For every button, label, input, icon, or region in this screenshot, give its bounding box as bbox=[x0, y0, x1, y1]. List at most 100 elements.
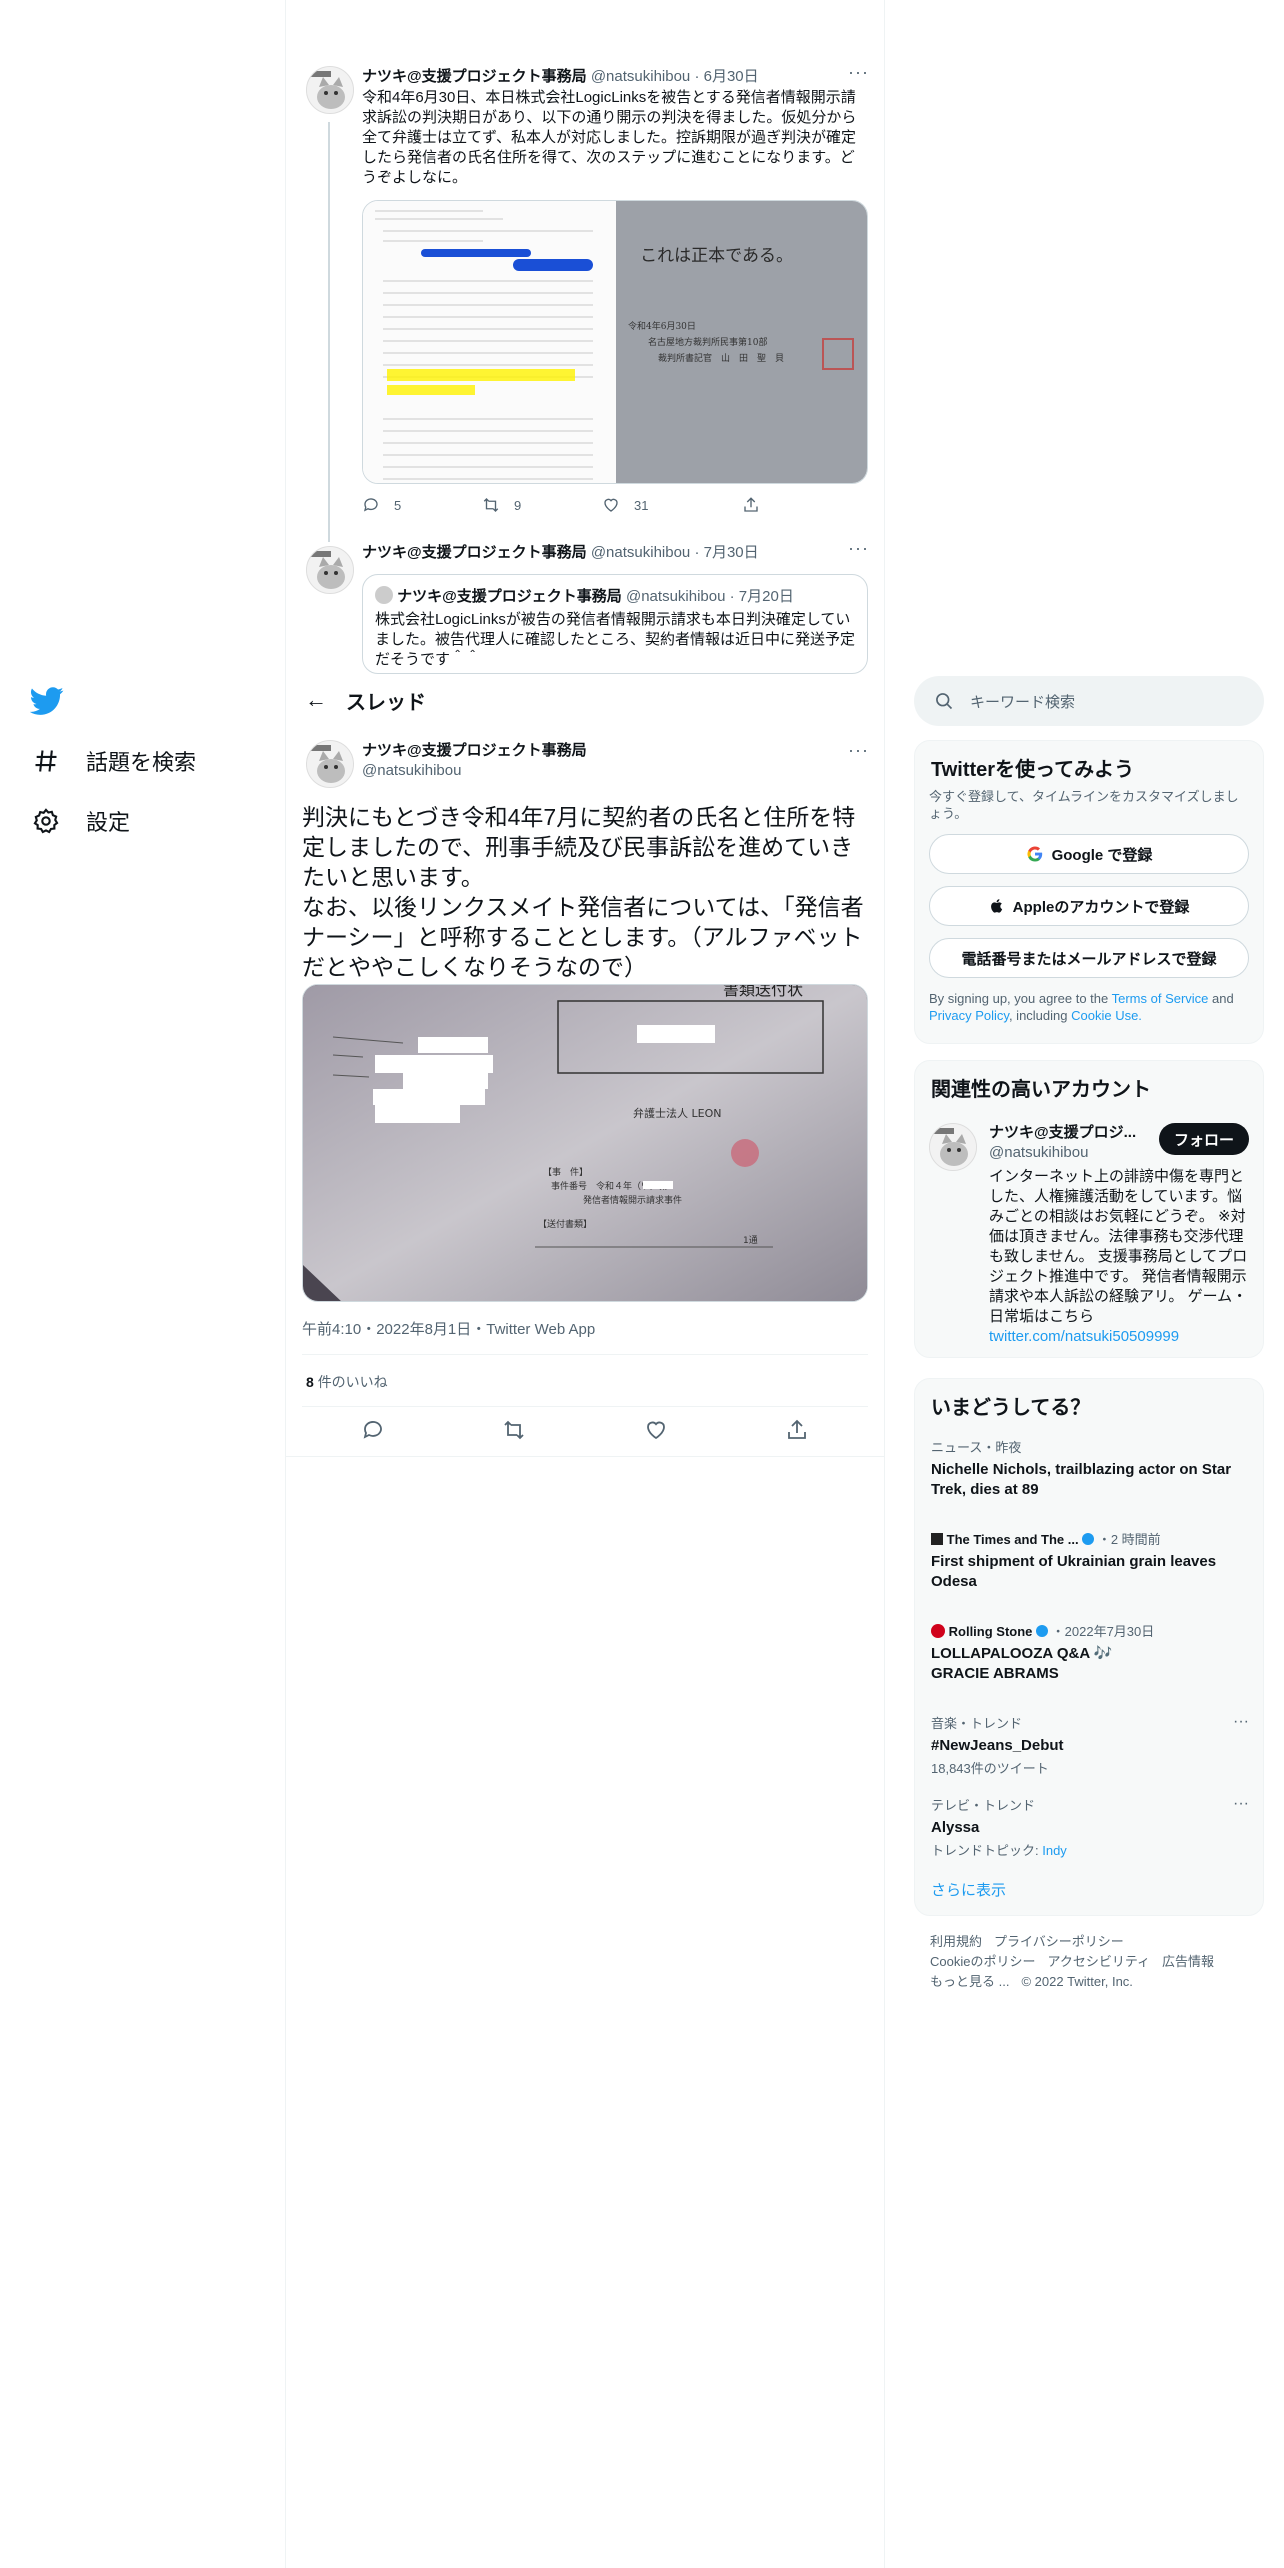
tweet-timestamp[interactable]: 午前4:10・2022年8月1日・Twitter Web App bbox=[302, 1318, 595, 1339]
quote-header: ナツキ@支援プロジェクト事務局 @natsukihibou · 7月20日 bbox=[375, 585, 855, 606]
quote-text: 株式会社LogicLinksが被告の発信者情報開示請求も本日判決確定していました… bbox=[375, 611, 856, 668]
related-title: 関連性の高いアカウント bbox=[931, 1079, 1151, 1101]
trend-meta: ニュース・昨夜 bbox=[931, 1440, 1022, 1455]
tweet-date[interactable]: 7月30日 bbox=[704, 544, 759, 561]
image-firm-text: 弁護士法人 LEON bbox=[633, 1106, 721, 1120]
google-icon bbox=[1027, 846, 1042, 862]
quote-avatar bbox=[375, 586, 393, 604]
retweet-icon bbox=[483, 498, 499, 512]
nav-settings-label: 設定 bbox=[86, 810, 131, 835]
main-tweet-image[interactable]: 書類送付状 弁護士法人 LEON 【事 件】 事件番号 令和４年（ワ）第 発信者… bbox=[302, 984, 868, 1302]
share-icon[interactable] bbox=[785, 1418, 809, 1442]
like-button[interactable]: 31 bbox=[602, 496, 742, 514]
show-more-link[interactable]: さらに表示 bbox=[931, 1879, 1006, 1900]
follow-button[interactable]: フォロー bbox=[1159, 1123, 1249, 1155]
image-docs-label: 【送付書類】 bbox=[538, 1218, 592, 1230]
main-tweet-text-2: なお、以後リンクスメイト発信者については、「発信者ナーシー」と呼称することとしま… bbox=[302, 894, 864, 980]
likes-summary[interactable]: 8 件のいいね bbox=[306, 1372, 388, 1392]
google-signup-button[interactable]: Google で登録 bbox=[929, 834, 1249, 874]
trend-meta: The Times and The ... ・2 時間前 bbox=[931, 1529, 1251, 1548]
retweet-button[interactable]: 9 bbox=[482, 496, 602, 514]
more-options-icon[interactable]: ··· bbox=[1233, 1713, 1249, 1731]
quote-date: 7月20日 bbox=[738, 588, 794, 605]
privacy-link[interactable]: Privacy Policy bbox=[929, 1008, 1009, 1023]
trend-text: LOLLAPALOOZA Q&A 🎶 GRACIE ABRAMS bbox=[931, 1645, 1113, 1682]
trends-title: いまどうしてる？ bbox=[931, 1397, 1091, 1419]
author-handle[interactable]: @natsukihibou bbox=[591, 68, 690, 85]
trend-meta-time: ・2022年7月30日 bbox=[1051, 1624, 1155, 1639]
footer-privacy[interactable]: プライバシーポリシー bbox=[994, 1934, 1124, 1949]
related-account-info[interactable]: ナツキ@支援プロジ... @natsukihibou bbox=[989, 1123, 1136, 1163]
trend-meta-time: ・2 時間前 bbox=[1097, 1532, 1161, 1547]
apple-signup-button[interactable]: Appleのアカウントで登録 bbox=[929, 886, 1249, 926]
trend-item[interactable]: Rolling Stone ・2022年7月30日 LOLLAPALOOZA Q… bbox=[931, 1621, 1251, 1684]
search-box[interactable]: キーワード検索 bbox=[914, 676, 1264, 726]
related-handle: @natsukihibou bbox=[989, 1144, 1089, 1161]
image-case-label: 【事 件】 bbox=[543, 1166, 588, 1178]
reply-icon bbox=[363, 498, 378, 512]
avatar[interactable] bbox=[306, 66, 354, 114]
main-tweet-actions bbox=[302, 1418, 868, 1442]
footer-cookie[interactable]: Cookieのポリシー bbox=[930, 1954, 1035, 1969]
related-bio-text: インターネット上の誹謗中傷を専門とした、人権擁護活動をしています。悩みごとの相談… bbox=[989, 1168, 1248, 1325]
author-name[interactable]: ナツキ@支援プロジェクト事務局 bbox=[362, 68, 587, 85]
phone-signup-label: 電話番号またはメールアドレスで登録 bbox=[961, 950, 1217, 968]
terms-prefix: By signing up, you agree to the bbox=[929, 991, 1112, 1006]
trend-text: Alyssa bbox=[931, 1819, 980, 1836]
share-button[interactable] bbox=[742, 496, 760, 514]
author-name[interactable]: ナツキ@支援プロジェクト事務局 bbox=[362, 741, 587, 761]
thread-line bbox=[328, 122, 330, 542]
nav-explore[interactable]: 話題を検索 bbox=[32, 745, 196, 777]
reply-button[interactable]: 5 bbox=[362, 496, 482, 514]
tweet1-text: 令和4年6月30日、本日株式会社LogicLinksを被告とする発信者情報開示請… bbox=[362, 89, 857, 186]
trend-meta: テレビ・トレンド bbox=[931, 1798, 1036, 1813]
footer-accessibility[interactable]: アクセシビリティ bbox=[1047, 1954, 1150, 1969]
trend-topic: トレンドトピック: Indy bbox=[931, 1840, 1251, 1859]
image-docs-count: 1通 bbox=[743, 1235, 758, 1246]
tweet-date[interactable]: 6月30日 bbox=[704, 68, 759, 85]
more-options-icon[interactable]: ··· bbox=[1233, 1795, 1249, 1813]
reply-count: 5 bbox=[394, 497, 402, 513]
signup-title: Twitterを使ってみよう bbox=[931, 759, 1135, 781]
hashtag-icon bbox=[35, 750, 57, 772]
avatar[interactable] bbox=[306, 546, 354, 594]
trend-topic-link[interactable]: Indy bbox=[1042, 1843, 1067, 1858]
heart-icon bbox=[604, 498, 618, 512]
phone-signup-button[interactable]: 電話番号またはメールアドレスで登録 bbox=[929, 938, 1249, 978]
heart-icon[interactable] bbox=[644, 1418, 668, 1442]
footer-ads[interactable]: 広告情報 bbox=[1162, 1954, 1214, 1969]
tweet1-image[interactable]: これは正本である。 令和4年6月30日 名古屋地方裁判所民事第10部 裁判所書記… bbox=[362, 200, 868, 484]
signup-panel: Twitterを使ってみよう 今すぐ登録して、タイムラインをカスタマイズしましょ… bbox=[914, 740, 1264, 1044]
related-bio-link[interactable]: twitter.com/natsuki50509999 bbox=[989, 1327, 1251, 1347]
retweet-icon[interactable] bbox=[502, 1418, 526, 1442]
nav-settings[interactable]: 設定 bbox=[32, 805, 130, 837]
footer-links: 利用規約 プライバシーポリシー Cookieのポリシー アクセシビリティ 広告情報 も… bbox=[930, 1932, 1260, 1992]
share-icon bbox=[744, 497, 758, 512]
trend-item[interactable]: ニュース・昨夜 Nichelle Nichols, trailblazing a… bbox=[931, 1437, 1251, 1500]
avatar[interactable] bbox=[929, 1123, 977, 1171]
author-handle[interactable]: @natsukihibou bbox=[591, 544, 690, 561]
footer-more[interactable]: もっと見る ... bbox=[930, 1974, 1009, 1989]
reply-icon[interactable] bbox=[361, 1418, 385, 1442]
image-clerk-text: 裁判所書記官 山 田 聖 貝 bbox=[658, 352, 784, 364]
quote-tweet[interactable]: ナツキ@支援プロジェクト事務局 @natsukihibou · 7月20日 株式… bbox=[362, 574, 868, 674]
more-options-icon[interactable]: ··· bbox=[848, 538, 869, 559]
terms-and: and bbox=[1208, 991, 1234, 1006]
trend-item[interactable]: The Times and The ... ・2 時間前 First shipm… bbox=[931, 1529, 1251, 1592]
news-source-icon bbox=[931, 1533, 943, 1545]
more-options-icon[interactable]: ··· bbox=[848, 62, 869, 83]
terms-link[interactable]: Terms of Service bbox=[1112, 991, 1209, 1006]
cookie-link[interactable]: Cookie Use. bbox=[1071, 1008, 1142, 1023]
footer-terms[interactable]: 利用規約 bbox=[930, 1934, 982, 1949]
avatar[interactable] bbox=[306, 740, 354, 788]
quote-author-name: ナツキ@支援プロジェクト事務局 bbox=[397, 588, 622, 605]
back-arrow-icon[interactable]: ← bbox=[286, 687, 346, 713]
author-handle[interactable]: @natsukihibou bbox=[362, 761, 587, 781]
trend-item[interactable]: 音楽・トレンド #NewJeans_Debut 18,843件のツイート bbox=[931, 1713, 1251, 1777]
trend-topic-prefix: トレンドトピック: bbox=[931, 1843, 1043, 1858]
author-name[interactable]: ナツキ@支援プロジェクト事務局 bbox=[362, 544, 587, 561]
trend-item[interactable]: テレビ・トレンド Alyssa トレンドトピック: Indy bbox=[931, 1795, 1251, 1859]
image-court-text: 名古屋地方裁判所民事第10部 bbox=[648, 336, 767, 348]
twitter-logo-icon[interactable] bbox=[30, 684, 64, 718]
more-options-icon[interactable]: ··· bbox=[848, 740, 869, 761]
